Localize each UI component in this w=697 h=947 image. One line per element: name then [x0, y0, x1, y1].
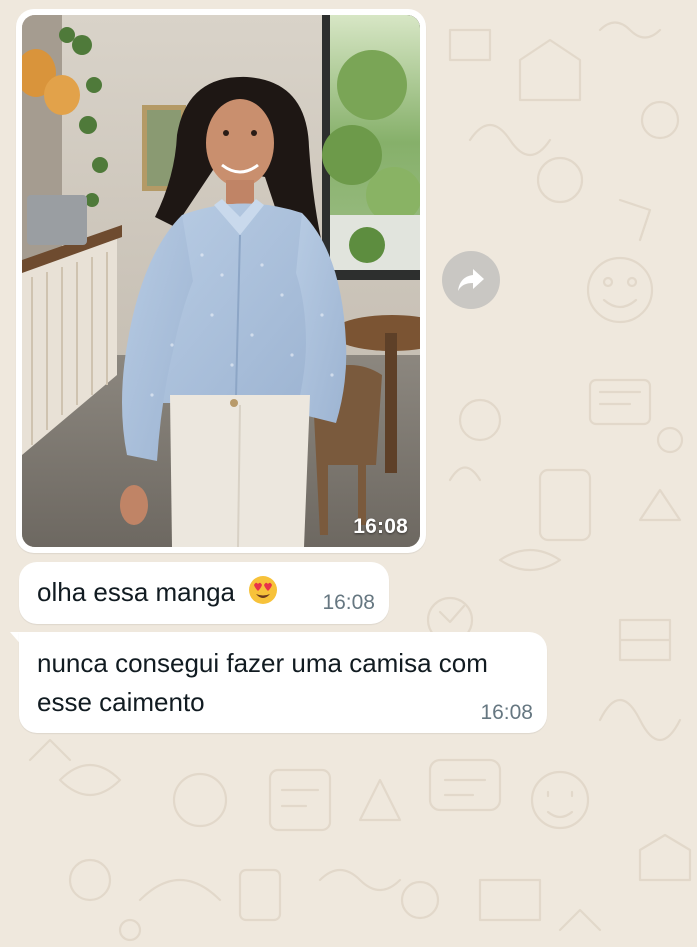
forward-arrow-icon: [458, 269, 484, 291]
photo-image: [22, 15, 420, 547]
image-timestamp: 16:08: [353, 515, 408, 538]
message-text: nunca consegui fazer uma camisa com esse…: [37, 648, 488, 717]
heart-eyes-emoji-icon: [249, 576, 278, 604]
image-message-bubble[interactable]: 16:08: [16, 9, 426, 553]
message-timestamp: 16:08: [480, 701, 533, 724]
message-bubble[interactable]: nunca consegui fazer uma camisa com esse…: [19, 632, 547, 733]
message-text-row: olha essa manga: [37, 573, 278, 612]
message-timestamp: 16:08: [322, 591, 375, 614]
message-photo[interactable]: 16:08: [22, 15, 420, 547]
message-text: olha essa manga: [37, 577, 236, 607]
forward-button[interactable]: [442, 251, 500, 309]
message-bubble[interactable]: olha essa manga 16:08: [19, 562, 389, 624]
